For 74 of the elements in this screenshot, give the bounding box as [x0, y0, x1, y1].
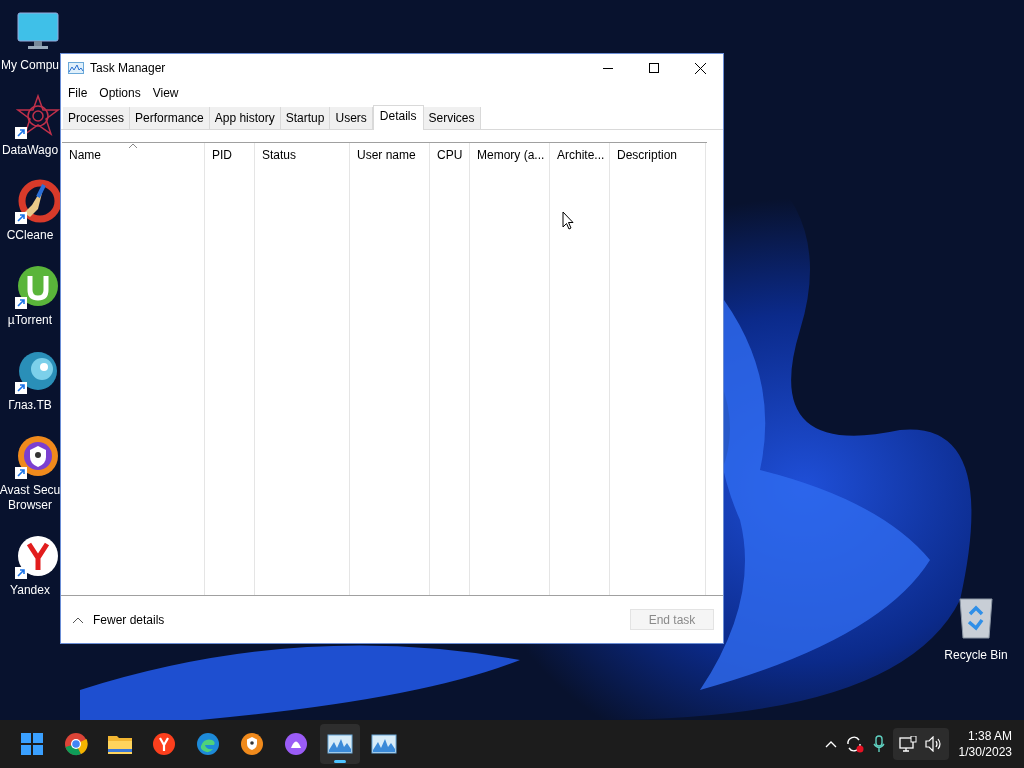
shortcut-arrow-icon	[15, 382, 27, 394]
sync-alert-icon[interactable]	[844, 735, 865, 753]
performance-graph-icon	[327, 734, 353, 754]
column-header[interactable]: Status	[255, 143, 349, 167]
tab[interactable]: App history	[209, 107, 281, 129]
column-header[interactable]: Archite...	[550, 143, 609, 167]
minimize-icon	[603, 67, 613, 69]
column-header[interactable]: User name	[350, 143, 429, 167]
wave-browser-icon	[196, 732, 220, 756]
column-header[interactable]: PID	[205, 143, 254, 167]
column-header[interactable]: Description	[610, 143, 705, 167]
clock-time: 1:38 AM	[967, 728, 1012, 744]
assistant-icon	[284, 732, 308, 756]
folder-icon	[107, 733, 133, 755]
tab[interactable]: Performance	[130, 107, 210, 129]
monitor-icon	[16, 11, 60, 51]
menu-item[interactable]: File	[62, 83, 94, 103]
clock-date: 1/30/2023	[958, 744, 1012, 760]
microphone-icon[interactable]	[872, 735, 885, 753]
browser-shield-icon	[240, 732, 264, 756]
performance-graph-icon	[371, 734, 397, 754]
desktop-icon-graphic[interactable]	[15, 533, 60, 579]
volume-icon	[924, 736, 943, 752]
desktop-icon-label[interactable]: Глаз.ТВ	[8, 398, 52, 413]
tab[interactable]: Processes	[63, 107, 131, 129]
desktop-icon-label[interactable]: Yandex	[10, 583, 50, 598]
tab[interactable]: Users	[330, 107, 373, 129]
desktop-icon-graphic[interactable]	[15, 178, 60, 224]
eye-icon	[16, 349, 60, 393]
menu-item[interactable]: View	[146, 83, 185, 103]
shortcut-arrow-icon	[15, 212, 27, 224]
desktop-icon-label[interactable]: µTorrent	[7, 313, 53, 328]
chevron-up-icon[interactable]	[824, 740, 837, 748]
shortcut-arrow-icon	[15, 127, 27, 139]
windows-logo-icon	[20, 732, 44, 756]
browser-circle-icon	[64, 732, 88, 756]
desktop-icon-label[interactable]: My Compu	[1, 58, 59, 73]
mouse-cursor-icon	[562, 211, 574, 230]
shortcut-arrow-icon	[15, 567, 27, 579]
broom-icon	[16, 179, 60, 223]
browser-logo-icon	[16, 534, 60, 578]
desktop-icon-label[interactable]: DataWago	[1, 143, 59, 158]
network-icon	[898, 736, 917, 752]
maximize-icon	[649, 63, 659, 73]
star-pattern-icon	[16, 94, 60, 138]
desktop-icon-graphic[interactable]	[15, 263, 60, 309]
chevron-up-icon	[73, 616, 83, 623]
tray-status-button[interactable]	[892, 728, 949, 760]
tab[interactable]: Startup	[280, 107, 331, 129]
window-title: Task Manager	[90, 60, 166, 77]
taskbar-app-button[interactable]	[320, 724, 360, 764]
column-header[interactable]: Name	[62, 143, 204, 167]
tab[interactable]: Details	[372, 105, 424, 130]
desktop-icon-label[interactable]: CCleane	[6, 228, 54, 243]
desktop-icon-label[interactable]: Recycle Bin	[944, 646, 1008, 664]
desktop-icon-graphic[interactable]	[15, 93, 60, 139]
performance-graph-icon	[68, 62, 84, 74]
shortcut-arrow-icon	[15, 297, 27, 309]
fewer-details-toggle[interactable]: Fewer details	[73, 610, 165, 629]
shortcut-arrow-icon	[15, 467, 27, 479]
torrent-icon	[16, 264, 60, 308]
recycle-bin-icon	[957, 596, 995, 640]
clock[interactable]: 1:38 AM 1/30/2023	[958, 728, 1012, 760]
browser-shield-icon	[16, 434, 60, 478]
browser-logo-icon	[152, 732, 176, 756]
column-header[interactable]: Memory (a...	[470, 143, 549, 167]
desktop-icon-graphic[interactable]	[15, 433, 60, 479]
close-icon	[694, 62, 706, 74]
tab[interactable]: Services	[423, 107, 481, 129]
desktop-icon-label[interactable]: Avast Secu	[0, 483, 60, 498]
column-header[interactable]: CPU	[430, 143, 469, 167]
active-indicator	[334, 760, 346, 763]
menu-item[interactable]: Options	[93, 83, 147, 103]
desktop-icon-label[interactable]: Browser	[8, 498, 52, 513]
